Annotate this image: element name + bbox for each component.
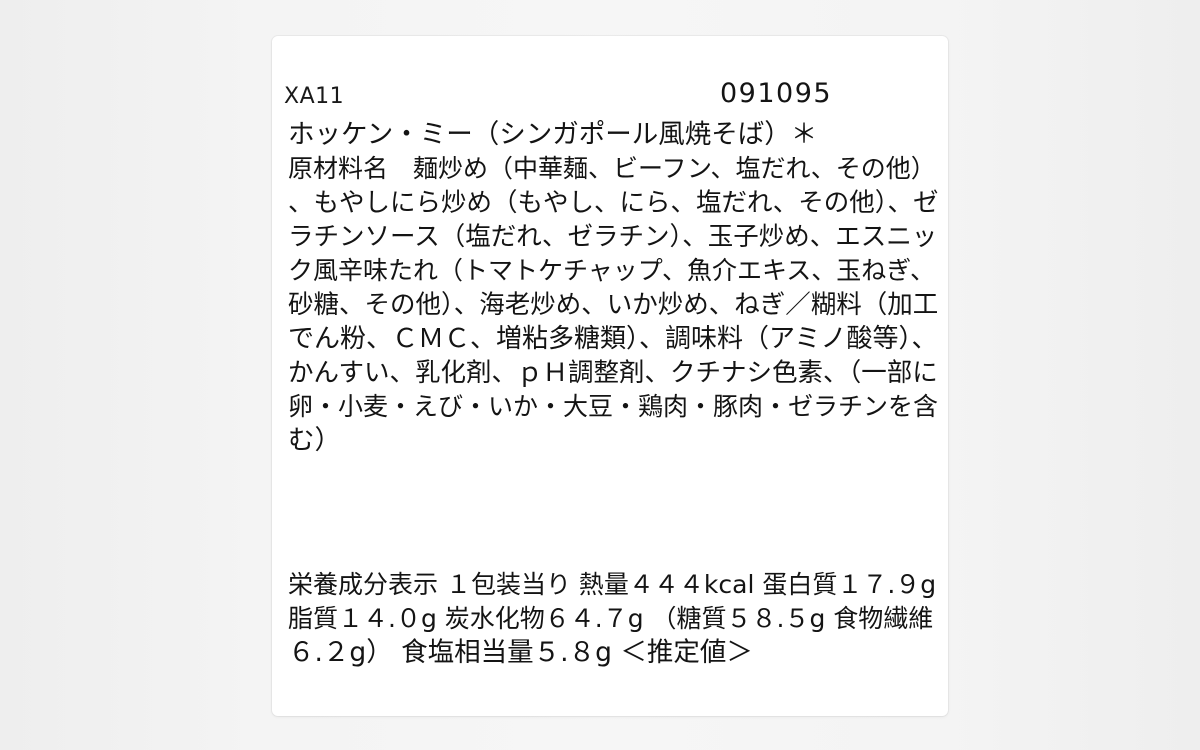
ingredients-line: 卵・小麦・えび・いか・大豆・鶏肉・豚肉・ゼラチンを含 bbox=[288, 392, 939, 421]
nutrition-line: 栄養成分表示 １包装当り 熱量４４４kcal 蛋白質１７.９g bbox=[288, 570, 937, 599]
ingredients-line: 、もやしにら炒め（もやし、にら、塩だれ、その他）、ゼ bbox=[288, 188, 939, 218]
ingredients-line: ラチンソース（塩だれ、ゼラチン）、玉子炒め、エスニッ bbox=[288, 222, 938, 252]
ingredients-line: かんすい、乳化剤、ｐＨ調整剤、クチナシ色素、（一部に bbox=[288, 358, 938, 388]
food-label-sticker: XA11 091095 ホッケン・ミー（シンガポール風焼そば）＊ 原材料名 麺炒… bbox=[272, 36, 948, 716]
ingredients-line: 砂糖、その他）、海老炒め、いか炒め、ねぎ／糊料（加工 bbox=[288, 290, 939, 320]
ingredients-line: 原材料名 麺炒め（中華麺、ビーフン、塩だれ、その他） bbox=[288, 154, 936, 183]
ingredients-line: でん粉、ＣＭＣ、増粘多糖類）、調味料（アミノ酸等）、 bbox=[288, 324, 938, 354]
label-number: 091095 bbox=[720, 78, 833, 109]
product-name: ホッケン・ミー（シンガポール風焼そば）＊ bbox=[288, 119, 818, 150]
ingredients-line: ク風辛味たれ（トマトケチャップ、魚介エキス、玉ねぎ、 bbox=[288, 256, 936, 285]
nutrition-line: ６.２g） 食塩相当量５.８g ＜推定値＞ bbox=[288, 637, 753, 668]
label-code: XA11 bbox=[284, 84, 345, 109]
ingredients-line: む） bbox=[288, 425, 341, 456]
nutrition-line: 脂質１４.０g 炭水化物６４.７g （糖質５８.５g 食物繊維 bbox=[288, 604, 934, 633]
